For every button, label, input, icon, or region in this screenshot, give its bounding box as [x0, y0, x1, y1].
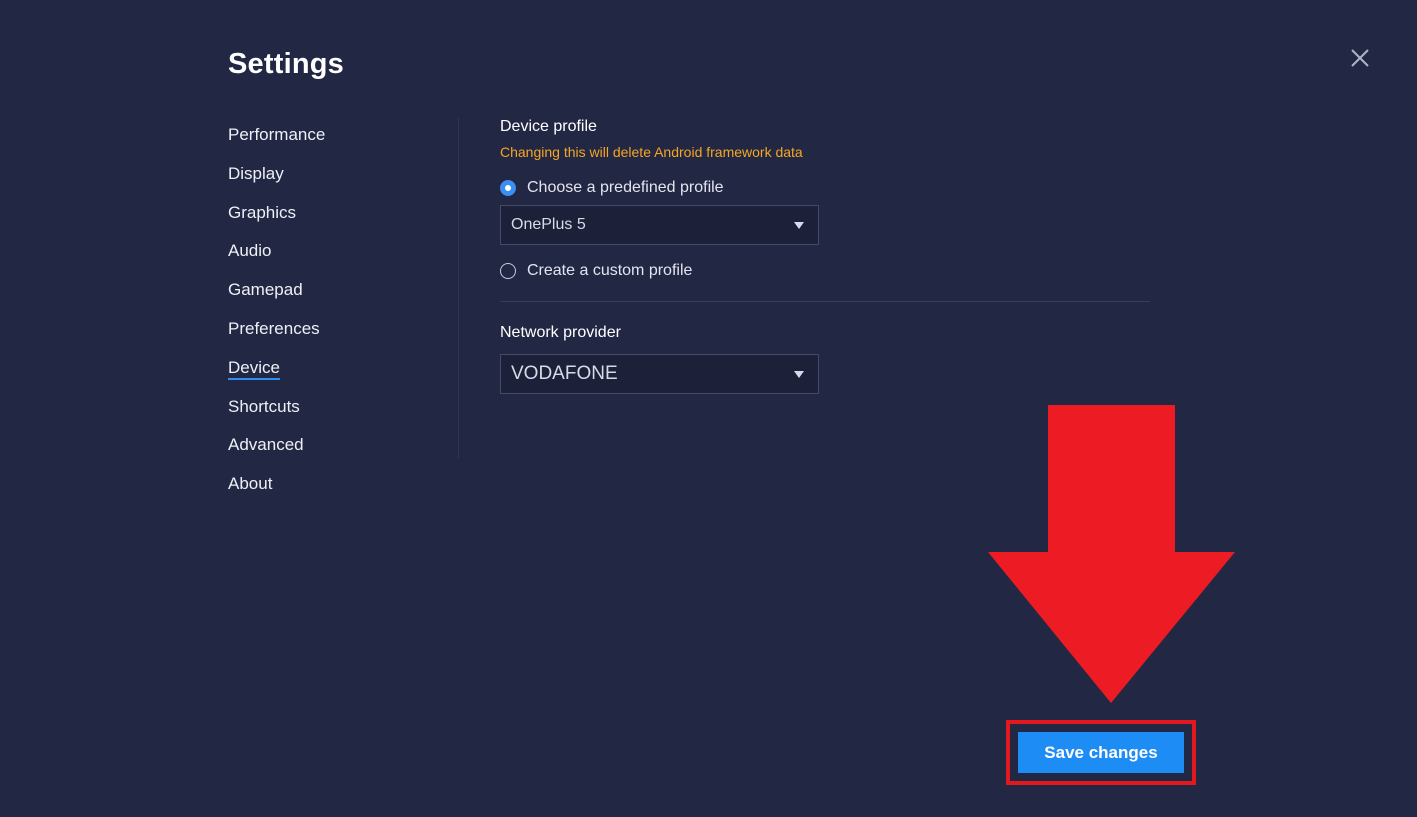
close-icon [1351, 49, 1369, 67]
sidebar-item-device[interactable]: Device [228, 351, 448, 390]
predefined-profile-option[interactable]: Choose a predefined profile [500, 176, 1150, 200]
sidebar-item-display[interactable]: Display [228, 157, 448, 196]
device-profile-value: OnePlus 5 [511, 216, 586, 233]
custom-profile-label: Create a custom profile [527, 262, 693, 279]
sidebar-item-label: Advanced [228, 435, 304, 455]
sidebar-item-label: Device [228, 352, 280, 380]
save-button-highlight: Save changes [1006, 720, 1196, 785]
page-title: Settings [228, 48, 344, 80]
sidebar-item-label: About [228, 474, 273, 494]
predefined-profile-radio[interactable] [500, 180, 516, 196]
device-settings-panel: Device profile Changing this will delete… [500, 117, 1150, 394]
save-button[interactable]: Save changes [1018, 732, 1184, 773]
network-provider-value: VODAFONE [511, 363, 618, 384]
sidebar-item-graphics[interactable]: Graphics [228, 196, 448, 235]
sidebar-item-shortcuts[interactable]: Shortcuts [228, 390, 448, 429]
sidebar-item-label: Preferences [228, 318, 320, 338]
sidebar-item-label: Display [228, 163, 284, 183]
sidebar-item-label: Shortcuts [228, 396, 300, 416]
arrow-down-icon [988, 405, 1235, 703]
sidebar-item-label: Performance [228, 125, 326, 144]
chevron-down-icon [794, 222, 804, 229]
section-divider [500, 301, 1150, 302]
sidebar-divider [458, 118, 459, 458]
sidebar-item-audio[interactable]: Audio [228, 234, 448, 273]
sidebar-item-performance[interactable]: Performance [228, 118, 448, 157]
device-profile-select[interactable]: OnePlus 5 [500, 205, 819, 245]
device-profile-heading: Device profile [500, 118, 597, 135]
sidebar-item-label: Audio [228, 241, 272, 261]
sidebar-item-label: Gamepad [228, 280, 303, 300]
sidebar-item-advanced[interactable]: Advanced [228, 428, 448, 467]
sidebar-item-preferences[interactable]: Preferences [228, 312, 448, 351]
custom-profile-option[interactable]: Create a custom profile [500, 259, 1150, 283]
chevron-down-icon [794, 371, 804, 378]
device-profile-warning: Changing this will delete Android framew… [500, 144, 803, 160]
predefined-profile-label: Choose a predefined profile [527, 179, 724, 196]
settings-sidebar: Performance Display Graphics Audio Gamep… [228, 118, 448, 506]
network-provider-select[interactable]: VODAFONE [500, 354, 819, 394]
close-button[interactable] [1346, 44, 1374, 72]
sidebar-item-label: Graphics [228, 202, 297, 222]
custom-profile-radio[interactable] [500, 263, 516, 279]
sidebar-item-gamepad[interactable]: Gamepad [228, 273, 448, 312]
sidebar-item-about[interactable]: About [228, 467, 448, 506]
network-provider-heading: Network provider [500, 324, 621, 341]
